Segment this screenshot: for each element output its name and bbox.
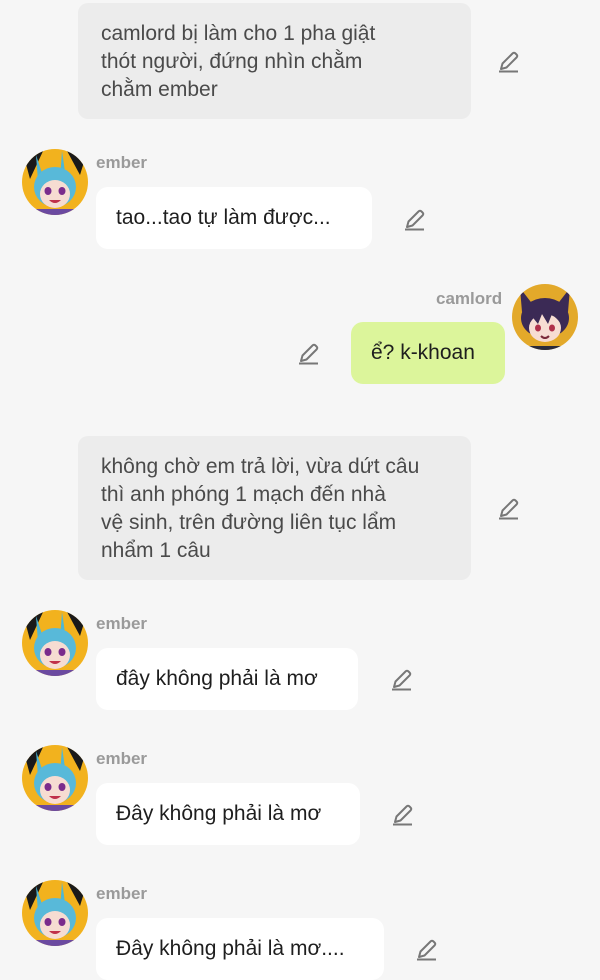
- narration-line: camlord bị làm cho 1 pha giật: [101, 22, 376, 45]
- avatar-ember[interactable]: [22, 880, 88, 946]
- sender-name: camlord: [436, 289, 503, 308]
- avatar-ember[interactable]: [22, 745, 88, 811]
- chat-bubble: Đây không phải là mơ....: [96, 918, 384, 980]
- edit-pencil-icon[interactable]: [402, 206, 428, 232]
- chat-bubble: đây không phải là mơ: [96, 648, 358, 710]
- sender-name: ember: [96, 614, 148, 633]
- edit-pencil-icon[interactable]: [496, 48, 522, 74]
- edit-pencil-icon[interactable]: [296, 340, 322, 366]
- chat-bubble: Đây không phải là mơ: [96, 783, 360, 845]
- edit-pencil-icon[interactable]: [389, 666, 415, 692]
- narration-box: camlord bị làm cho 1 pha giật thót người…: [78, 3, 471, 119]
- narration-line: thót người, đứng nhìn chằm: [101, 50, 363, 73]
- narration-line: nhẩm 1 câu: [101, 539, 211, 562]
- narration-line: thì anh phóng 1 mạch đến nhà: [101, 483, 386, 506]
- avatar-ember[interactable]: [22, 149, 88, 215]
- sender-name: ember: [96, 749, 148, 768]
- sender-name: ember: [96, 153, 148, 172]
- chat-bubble: ể? k-khoan: [351, 322, 505, 384]
- edit-pencil-icon[interactable]: [496, 495, 522, 521]
- avatar-camlord[interactable]: [512, 284, 578, 350]
- narration-box: không chờ em trả lời, vừa dứt câu thì an…: [78, 436, 471, 580]
- narration-line: chằm ember: [101, 78, 218, 101]
- narration-line: vệ sinh, trên đường liên tục lẩm: [101, 511, 397, 534]
- sender-name: ember: [96, 884, 148, 903]
- narration-line: không chờ em trả lời, vừa dứt câu: [101, 455, 420, 478]
- avatar-ember[interactable]: [22, 610, 88, 676]
- chat-bubble: tao...tao tự làm được...: [96, 187, 372, 249]
- edit-pencil-icon[interactable]: [390, 801, 416, 827]
- edit-pencil-icon[interactable]: [414, 936, 440, 962]
